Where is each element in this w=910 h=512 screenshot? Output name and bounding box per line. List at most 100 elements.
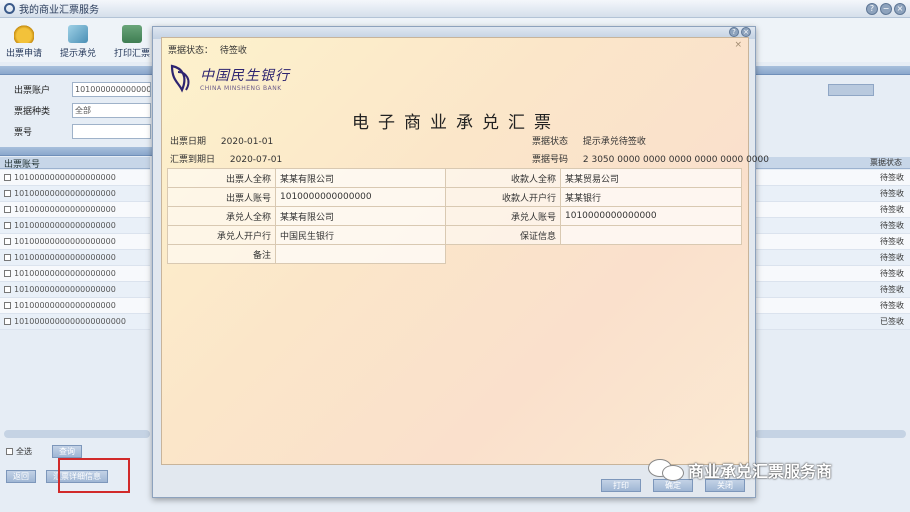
cell-label: 收款人开户行 bbox=[445, 187, 561, 207]
issue-date: 出票日期 2020-01-01 bbox=[170, 134, 273, 147]
table-row: 承兑人开户行 中国民生银行 保证信息 bbox=[167, 225, 742, 245]
cell-value: 1010000000000000 bbox=[560, 206, 742, 226]
section-bar bbox=[0, 147, 152, 156]
bill-status-value: 待签收 bbox=[219, 46, 247, 56]
horizontal-scrollbar[interactable] bbox=[4, 430, 150, 438]
table-row: 承兑人全称 某某有限公司 承兑人账号 1010000000000000 bbox=[167, 206, 742, 226]
cell-value: 1010000000000000 bbox=[275, 187, 446, 207]
cell-value: 某某有限公司 bbox=[275, 206, 446, 226]
accept-icon bbox=[68, 25, 88, 43]
window-controls: ? − × bbox=[866, 3, 906, 15]
table-row[interactable]: 1010000000000000000000 bbox=[0, 314, 150, 330]
bill-status: 票据状态： 待签收 bbox=[168, 43, 251, 56]
row-checkbox[interactable] bbox=[4, 254, 11, 261]
cell-label: 备注 bbox=[167, 244, 276, 264]
cell-value: 中国民生银行 bbox=[275, 225, 446, 245]
app-titlebar: 我的商业汇票服务 ? − × bbox=[0, 0, 910, 18]
dialog-close-icon[interactable]: × bbox=[741, 27, 751, 37]
table-row[interactable]: 10100000000000000000 bbox=[0, 298, 150, 314]
status-cell: 待签收 bbox=[755, 234, 910, 250]
account-select[interactable]: 101000000000000... bbox=[72, 81, 151, 97]
bill-number-label: 票据号码 bbox=[532, 155, 569, 165]
row-checkbox[interactable] bbox=[4, 238, 11, 245]
right-panel-button[interactable] bbox=[828, 84, 874, 96]
table-row[interactable]: 10100000000000000000 bbox=[0, 186, 150, 202]
row-checkbox[interactable] bbox=[4, 270, 11, 277]
close-icon[interactable]: × bbox=[894, 3, 906, 15]
row-checkbox[interactable] bbox=[4, 302, 11, 309]
toolbar-print-button[interactable]: 打印汇票 bbox=[112, 25, 152, 59]
row-checkbox[interactable] bbox=[4, 318, 11, 325]
watermark-text: 商业承兑汇票服务商 bbox=[688, 462, 833, 481]
row-account: 10100000000000000000 bbox=[14, 173, 116, 182]
cell-value: 某某有限公司 bbox=[275, 168, 446, 188]
bill-number-input[interactable] bbox=[72, 123, 151, 139]
chat-bubbles-icon bbox=[648, 459, 688, 481]
status-column-header: 票据状态 bbox=[755, 157, 910, 169]
query-button[interactable]: 查询 bbox=[52, 444, 82, 458]
table-row[interactable]: 10100000000000000000 bbox=[0, 266, 150, 282]
due-date-label: 汇票到期日 bbox=[170, 155, 216, 165]
row-account: 10100000000000000000 bbox=[14, 285, 116, 294]
close-icon[interactable]: × bbox=[734, 40, 742, 50]
field-label: 出票账户 bbox=[14, 85, 51, 96]
table-row[interactable]: 10100000000000000000 bbox=[0, 234, 150, 250]
app-title: 我的商业汇票服务 bbox=[19, 5, 99, 16]
highlight-box bbox=[58, 458, 130, 493]
row-checkbox[interactable] bbox=[4, 286, 11, 293]
cell-label: 承兑人开户行 bbox=[167, 225, 276, 245]
cell-label: 出票人全称 bbox=[167, 168, 276, 188]
table-row: 出票人全称 某某有限公司 收款人全称 某某贸易公司 bbox=[167, 168, 742, 188]
status-cell: 已签收 bbox=[755, 314, 910, 330]
bill-info-table: 出票人全称 某某有限公司 收款人全称 某某贸易公司 出票人账号 10100000… bbox=[167, 168, 742, 264]
table-row[interactable]: 10100000000000000000 bbox=[0, 170, 150, 186]
bill-type-select[interactable]: 全部 bbox=[72, 102, 151, 118]
toolbar-accept-button[interactable]: 提示承兑 bbox=[58, 25, 98, 59]
field-label: 票号 bbox=[14, 127, 33, 138]
status-cell: 待签收 bbox=[755, 186, 910, 202]
cell-value: 某某贸易公司 bbox=[560, 168, 742, 188]
print-button[interactable]: 打印 bbox=[601, 479, 641, 492]
table-row[interactable]: 10100000000000000000 bbox=[0, 250, 150, 266]
row-checkbox[interactable] bbox=[4, 206, 11, 213]
help-icon[interactable]: ? bbox=[866, 3, 878, 15]
acceptance-status: 票据状态 提示承兑待签收 bbox=[532, 134, 646, 147]
toolbar-issue-button[interactable]: 出票申请 bbox=[4, 25, 44, 59]
dialog-help-icon[interactable]: ? bbox=[729, 27, 739, 37]
cell-label: 出票人账号 bbox=[167, 187, 276, 207]
row-account: 10100000000000000000 bbox=[14, 189, 116, 198]
form-row: 票据种类 全部 bbox=[6, 101, 151, 119]
bill-number-value: 2 3050 0000 0000 0000 0000 0000 0000 bbox=[582, 155, 769, 165]
bill-paper: × 票据状态： 待签收 中国民生银行 CHINA MINSHENG BANK 电… bbox=[161, 37, 769, 465]
bill-detail-dialog: ? × × 票据状态： 待签收 中国民生银行 CHINA MINSHENG BA… bbox=[152, 26, 769, 498]
row-checkbox[interactable] bbox=[4, 174, 11, 181]
grid-header: 出票账号 bbox=[0, 157, 150, 170]
section-bar bbox=[0, 66, 152, 75]
status-cell: 待签收 bbox=[755, 202, 910, 218]
minimize-icon[interactable]: − bbox=[880, 3, 892, 15]
row-account: 10100000000000000000 bbox=[14, 237, 116, 246]
select-all-label: 全选 bbox=[16, 446, 32, 456]
printer-icon bbox=[122, 25, 142, 43]
field-label: 票据种类 bbox=[14, 106, 51, 117]
app-logo-icon bbox=[4, 3, 15, 14]
row-checkbox[interactable] bbox=[4, 222, 11, 229]
query-form: 出票账户 101000000000000... 票据种类 全部 票号 bbox=[6, 80, 151, 143]
back-button[interactable]: 返回 bbox=[6, 470, 36, 483]
cell-value: 某某银行 bbox=[560, 187, 742, 207]
row-checkbox[interactable] bbox=[4, 190, 11, 197]
status-cell: 待签收 bbox=[755, 218, 910, 234]
cell-label: 收款人全称 bbox=[445, 168, 561, 188]
row-account: 10100000000000000000 bbox=[14, 253, 116, 262]
table-row[interactable]: 10100000000000000000 bbox=[0, 282, 150, 298]
toolbar-label: 出票申请 bbox=[5, 49, 42, 59]
form-row: 票号 bbox=[6, 122, 151, 140]
horizontal-scrollbar-right[interactable] bbox=[755, 430, 906, 438]
table-row[interactable]: 10100000000000000000 bbox=[0, 218, 150, 234]
cell-value bbox=[560, 225, 742, 245]
acceptance-status-label: 票据状态 bbox=[532, 137, 569, 147]
bank-name-en: CHINA MINSHENG BANK bbox=[200, 84, 282, 92]
table-row[interactable]: 10100000000000000000 bbox=[0, 202, 150, 218]
select-all-checkbox[interactable] bbox=[6, 447, 13, 455]
cell-label: 保证信息 bbox=[445, 225, 561, 245]
